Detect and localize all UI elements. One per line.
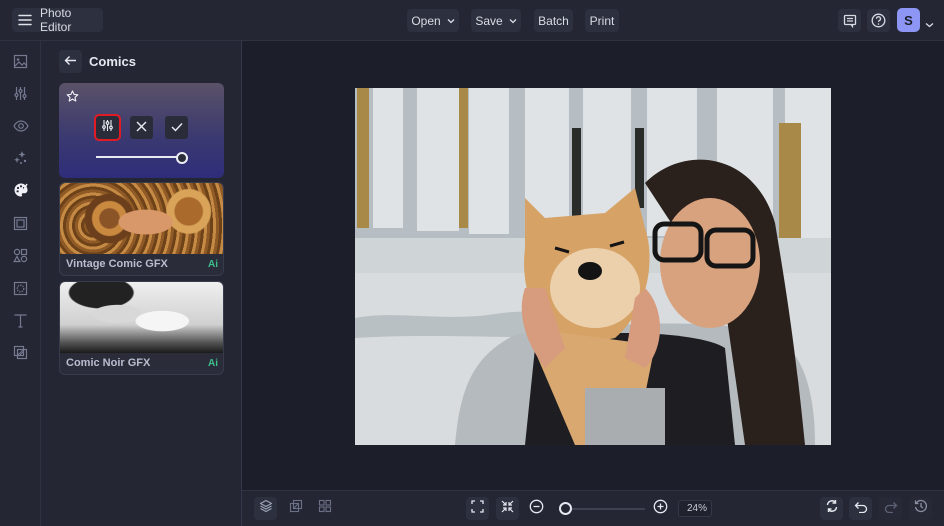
sliders-icon	[101, 119, 114, 137]
shapes-icon	[13, 248, 28, 268]
overlay-icon	[13, 345, 28, 365]
copy-transform-button[interactable]	[287, 499, 304, 518]
effect-thumbnail	[60, 183, 223, 254]
sparkles-icon	[13, 150, 28, 170]
effect-label: Comic Noir GFX	[66, 357, 151, 369]
texture-icon	[13, 281, 28, 301]
zoom-out-icon	[529, 499, 544, 519]
batch-label: Batch	[538, 13, 569, 28]
apply-effect-button[interactable]	[165, 116, 188, 139]
batch-button[interactable]: Batch	[534, 9, 573, 32]
check-icon	[171, 119, 183, 137]
layers-icon	[259, 499, 273, 518]
user-avatar[interactable]: S	[897, 8, 920, 32]
undo-button[interactable]	[849, 497, 872, 520]
zoom-level-field[interactable]: 24%	[678, 500, 712, 517]
close-icon	[136, 119, 147, 137]
undo-icon	[854, 500, 868, 518]
rail-item-ai-tools[interactable]	[10, 149, 31, 170]
app-title: Photo Editor	[40, 6, 72, 34]
effect-settings-button[interactable]	[94, 114, 121, 141]
chevron-down-icon	[447, 18, 455, 24]
rail-item-overlays[interactable]	[10, 344, 31, 365]
layers-button[interactable]	[254, 497, 277, 520]
rail-item-images[interactable]	[10, 53, 31, 74]
shrink-button[interactable]	[496, 497, 519, 520]
effect-label: Vintage Comic GFX	[66, 258, 168, 270]
compare-icon	[825, 499, 839, 518]
help-button[interactable]	[867, 9, 890, 32]
palette-icon	[13, 182, 29, 203]
rail-item-touch-up[interactable]	[10, 117, 31, 138]
effect-card-vintage-comic[interactable]: Vintage Comic GFX Ai	[59, 182, 224, 276]
hamburger-icon	[18, 14, 32, 26]
rail-item-text[interactable]	[10, 312, 31, 333]
rail-item-textures[interactable]	[10, 280, 31, 301]
history-button[interactable]	[909, 497, 932, 520]
zoom-out-button[interactable]	[528, 499, 545, 519]
arrow-left-icon	[64, 53, 77, 71]
rail-item-adjustments[interactable]	[10, 85, 31, 106]
feedback-button[interactable]	[838, 9, 861, 32]
edited-photo[interactable]	[355, 88, 831, 445]
feedback-icon	[843, 14, 857, 28]
redo-button[interactable]	[879, 497, 902, 520]
rail-item-effects[interactable]	[10, 182, 31, 203]
print-label: Print	[589, 13, 615, 28]
star-icon[interactable]	[66, 90, 79, 108]
zoom-slider-track[interactable]	[561, 508, 645, 510]
history-icon	[914, 499, 928, 518]
redo-icon	[884, 500, 898, 518]
frame-icon	[13, 216, 28, 236]
effect-thumbnail	[60, 282, 223, 353]
rail-item-graphics[interactable]	[10, 247, 31, 268]
chevron-down-icon[interactable]	[925, 15, 934, 33]
panel-title: Comics	[89, 54, 136, 69]
print-button[interactable]: Print	[585, 9, 619, 32]
grid-icon	[318, 499, 332, 518]
chevron-down-icon	[509, 18, 517, 24]
intensity-slider-track[interactable]	[96, 156, 182, 158]
grid-button[interactable]	[316, 499, 333, 518]
app-menu-button[interactable]: Photo Editor	[12, 6, 103, 34]
image-icon	[13, 54, 28, 74]
shrink-icon	[501, 500, 514, 518]
ai-badge: Ai	[208, 259, 218, 270]
open-label: Open	[411, 13, 441, 28]
back-button[interactable]	[59, 50, 82, 73]
cancel-effect-button[interactable]	[130, 116, 153, 139]
open-menu-button[interactable]: Open	[407, 9, 459, 32]
help-circle-icon	[871, 13, 886, 28]
zoom-in-icon	[653, 499, 668, 519]
fit-screen-icon	[471, 499, 484, 518]
save-menu-button[interactable]: Save	[471, 9, 521, 32]
fit-screen-button[interactable]	[466, 497, 489, 520]
intensity-slider-thumb[interactable]	[176, 152, 188, 164]
sliders-icon	[13, 86, 28, 106]
ai-badge: Ai	[208, 358, 218, 369]
zoom-in-button[interactable]	[652, 499, 669, 519]
compare-button[interactable]	[820, 497, 843, 520]
rail-item-frames[interactable]	[10, 215, 31, 236]
save-label: Save	[475, 13, 503, 28]
text-icon	[13, 313, 28, 333]
copy-transform-icon	[289, 499, 303, 518]
zoom-slider-thumb[interactable]	[558, 502, 572, 515]
eye-icon	[12, 119, 29, 137]
effect-card-comic-noir[interactable]: Comic Noir GFX Ai	[59, 281, 224, 375]
